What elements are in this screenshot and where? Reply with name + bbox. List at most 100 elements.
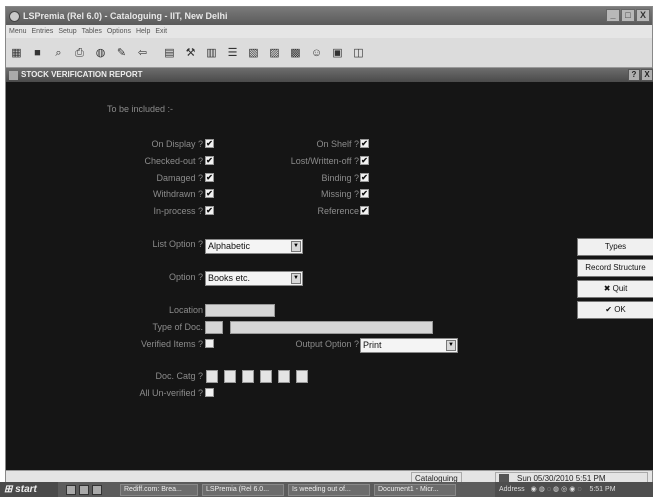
type-of-doc-code-input[interactable] — [205, 321, 223, 334]
chart-icon[interactable]: ▧ — [246, 45, 261, 61]
output-option-value: Print — [363, 340, 382, 350]
index-icon[interactable]: ▨ — [267, 45, 282, 61]
verified-items-checkbox[interactable] — [205, 339, 214, 348]
menu-item-menu[interactable]: Menu — [9, 28, 27, 35]
option-value: Books etc. — [208, 273, 251, 283]
users-icon[interactable]: ☺ — [309, 45, 324, 61]
tray-icons: ◉◍◌◍◎◉◌ — [530, 486, 584, 493]
type-of-doc-description-field — [230, 321, 433, 334]
start-button[interactable]: ⊞ start — [0, 482, 58, 497]
desktop-icon[interactable] — [66, 484, 76, 495]
menu-item-help[interactable]: Help — [136, 28, 150, 35]
on-display-label: On Display ? — [151, 139, 203, 149]
address-label: Address — [499, 486, 525, 493]
calculator-icon[interactable]: ▦ — [9, 45, 24, 61]
menu-item-setup[interactable]: Setup — [58, 28, 76, 35]
ok-button[interactable]: ✔ OK — [577, 301, 653, 319]
menu-item-exit[interactable]: Exit — [155, 28, 167, 35]
browser-icon[interactable] — [79, 484, 89, 495]
list-option-select[interactable]: Alphabetic ▼ — [205, 239, 303, 254]
window-title: LSPremia (Rel 6.0) - Cataloguing - IIT, … — [23, 11, 228, 21]
lost-written-off-label: Lost/Written-off ? — [290, 156, 359, 166]
minimize-button[interactable]: _ — [606, 9, 620, 22]
help-button[interactable]: ? — [628, 69, 640, 81]
start-label: start — [15, 484, 37, 495]
close-button[interactable]: X — [636, 9, 650, 22]
back-arrow-icon[interactable]: ⇦ — [135, 45, 150, 61]
edit-icon[interactable]: ✎ — [114, 45, 129, 61]
on-display-checkbox[interactable]: ✔ — [205, 139, 214, 148]
output-option-select[interactable]: Print ▼ — [360, 338, 458, 353]
tools-icon[interactable]: ⚒ — [183, 45, 198, 61]
search-icon[interactable]: ⌕ — [51, 45, 66, 61]
application-window: LSPremia (Rel 6.0) - Cataloguing - IIT, … — [5, 6, 653, 483]
stock-verification-panel: STOCK VERIFICATION REPORT ? X To be incl… — [6, 68, 653, 470]
included-heading: To be included :- — [107, 104, 174, 114]
chart-icon[interactable]: ▩ — [288, 45, 303, 61]
doc-catg-box-2[interactable] — [224, 370, 236, 383]
task-rediff[interactable]: Rediff.com: Brea... — [120, 483, 198, 496]
dvd-icon[interactable]: ◫ — [351, 45, 366, 61]
lost-written-off-checkbox[interactable]: ✔ — [360, 156, 369, 165]
option-label: Option ? — [168, 272, 203, 282]
doc-catg-box-4[interactable] — [260, 370, 272, 383]
missing-checkbox[interactable]: ✔ — [360, 189, 369, 198]
quick-launch — [66, 484, 102, 495]
in-process-checkbox[interactable]: ✔ — [205, 206, 214, 215]
doc-catg-box-6[interactable] — [296, 370, 308, 383]
calendar-icon — [499, 474, 509, 482]
binding-label: Binding ? — [321, 173, 359, 183]
media-icon[interactable] — [92, 484, 102, 495]
windows-logo-icon: ⊞ — [4, 484, 16, 495]
list-icon[interactable]: ☰ — [225, 45, 240, 61]
catalogue-icon[interactable]: ▥ — [204, 45, 219, 61]
option-select[interactable]: Books etc. ▼ — [205, 271, 303, 286]
chevron-down-icon[interactable]: ▼ — [291, 241, 301, 252]
list-option-value: Alphabetic — [208, 241, 251, 251]
verified-items-label: Verified Items ? — [140, 339, 203, 349]
task-lspremia[interactable]: LSPremia (Rel 6.0... — [202, 483, 284, 496]
checked-out-checkbox[interactable]: ✔ — [205, 156, 214, 165]
close-icon: ✖ — [603, 284, 611, 293]
record-structure-button[interactable]: Record Structure — [577, 259, 653, 277]
binding-checkbox[interactable]: ✔ — [360, 173, 369, 182]
location-label: Location — [168, 305, 203, 315]
chevron-down-icon[interactable]: ▼ — [446, 340, 456, 351]
reference-label: Reference — [317, 206, 359, 216]
damaged-label: Damaged ? — [156, 173, 203, 183]
quit-button[interactable]: ✖ Quit — [577, 280, 653, 298]
doc-catg-box-1[interactable] — [206, 370, 218, 383]
chevron-down-icon[interactable]: ▼ — [291, 273, 301, 284]
withdrawn-label: Withdrawn ? — [152, 189, 203, 199]
menu-item-options[interactable]: Options — [107, 28, 131, 35]
menu-item-tables[interactable]: Tables — [82, 28, 102, 35]
panel-title: STOCK VERIFICATION REPORT — [21, 70, 143, 79]
reference-checkbox[interactable]: ✔ — [360, 206, 369, 215]
menu-item-entries[interactable]: Entries — [32, 28, 54, 35]
menu-bar: Menu Entries Setup Tables Options Help E… — [6, 25, 652, 38]
panel-close-button[interactable]: X — [641, 69, 653, 81]
withdrawn-checkbox[interactable]: ✔ — [205, 189, 214, 198]
all-unverified-checkbox[interactable] — [205, 388, 214, 397]
notes-icon[interactable]: ■ — [30, 45, 45, 61]
document-icon[interactable]: ▤ — [162, 45, 177, 61]
globe-icon[interactable]: ◍ — [93, 45, 108, 61]
list-option-label: List Option ? — [152, 239, 203, 249]
task-document1[interactable]: Document1 - Micr... — [374, 483, 456, 496]
maximize-button[interactable]: □ — [621, 9, 635, 22]
checkmark-icon: ✔ — [605, 305, 612, 314]
types-button[interactable]: Types — [577, 238, 653, 256]
panel-icon — [9, 70, 18, 80]
doc-catg-box-5[interactable] — [278, 370, 290, 383]
printer-icon[interactable]: ⎙ — [72, 45, 87, 61]
task-weeding[interactable]: Is weeding out of... — [288, 483, 370, 496]
on-shelf-checkbox[interactable]: ✔ — [360, 139, 369, 148]
in-process-label: In-process ? — [153, 206, 203, 216]
doc-catg-box-3[interactable] — [242, 370, 254, 383]
clock: 5:51 PM — [589, 486, 616, 493]
app-logo-icon — [9, 10, 20, 22]
report-icon[interactable]: ▣ — [330, 45, 345, 61]
damaged-checkbox[interactable]: ✔ — [205, 173, 214, 182]
location-input[interactable] — [205, 304, 275, 317]
type-of-doc-label: Type of Doc. — [152, 322, 203, 332]
